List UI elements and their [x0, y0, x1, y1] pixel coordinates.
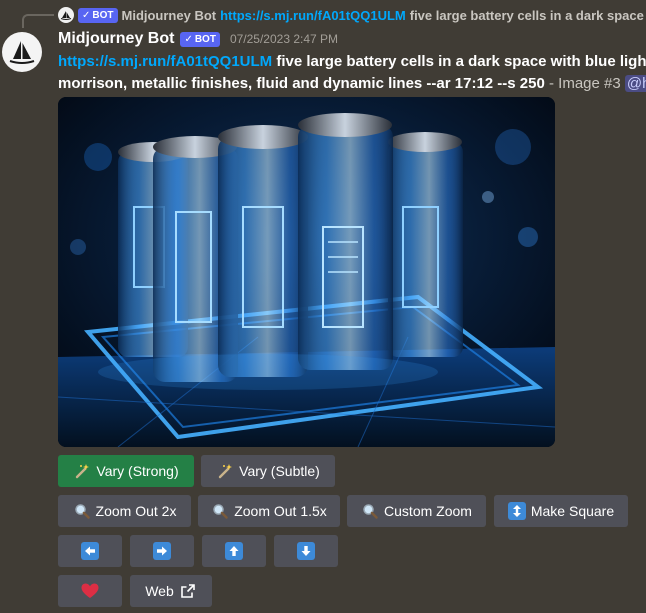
favorite-button[interactable] — [58, 575, 122, 607]
web-button[interactable]: Web — [130, 575, 212, 607]
bot-tag: ✓ BOT — [180, 31, 220, 47]
battery-cells-image[interactable] — [58, 97, 555, 447]
custom-zoom-label: Custom Zoom — [384, 503, 472, 519]
arrow-down-icon — [297, 542, 315, 560]
arrow-left-icon — [81, 542, 99, 560]
magnifier-icon — [73, 502, 91, 520]
message-content: https://s.mj.run/fA01tQQ1ULM five large … — [58, 51, 646, 95]
custom-zoom-button[interactable]: Custom Zoom — [347, 495, 486, 527]
arrow-up-icon — [225, 542, 243, 560]
vary-subtle-label: Vary (Subtle) — [239, 463, 320, 479]
zoom-out-2x-button[interactable]: Zoom Out 2x — [58, 495, 191, 527]
vary-subtle-button[interactable]: Vary (Subtle) — [201, 455, 335, 487]
reply-link[interactable]: https://s.mj.run/fA01tQQ1ULM — [220, 8, 406, 23]
prompt-text-line1: five large battery cells in a dark space… — [276, 53, 646, 70]
reply-author[interactable]: Midjourney Bot — [122, 8, 217, 23]
zoom-out-1-5x-label: Zoom Out 1.5x — [234, 503, 327, 519]
arrow-right-icon — [153, 542, 171, 560]
message-header: Midjourney Bot ✓ BOT 07/25/2023 2:47 PM — [58, 30, 338, 48]
make-square-button[interactable]: Make Square — [494, 495, 628, 527]
reply-bot-tag-label: BOT — [92, 9, 114, 21]
pan-right-button[interactable] — [130, 535, 194, 567]
reply-avatar[interactable] — [58, 7, 74, 23]
author-name[interactable]: Midjourney Bot — [58, 30, 174, 48]
zoom-out-1-5x-button[interactable]: Zoom Out 1.5x — [198, 495, 340, 527]
magic-wand-icon — [73, 462, 91, 480]
pan-left-button[interactable] — [58, 535, 122, 567]
timestamp: 07/25/2023 2:47 PM — [229, 32, 339, 46]
reply-text[interactable]: five large battery cells in a dark space — [410, 8, 644, 23]
heart-icon — [81, 582, 99, 600]
reply-bot-tag: ✓ BOT — [78, 7, 118, 23]
magnifier-icon — [361, 502, 379, 520]
make-square-label: Make Square — [530, 503, 615, 519]
zoom-out-2x-label: Zoom Out 2x — [95, 503, 177, 519]
verified-check-icon: ✓ — [184, 33, 193, 45]
web-label: Web — [145, 583, 174, 599]
reply-connector — [22, 14, 54, 28]
magic-wand-icon — [216, 462, 234, 480]
bot-tag-label: BOT — [194, 33, 216, 45]
magnifier-icon — [211, 502, 229, 520]
vary-strong-button[interactable]: Vary (Strong) — [58, 455, 194, 487]
sailboat-icon — [9, 41, 35, 64]
vary-strong-label: Vary (Strong) — [96, 463, 179, 479]
pan-down-button[interactable] — [274, 535, 338, 567]
verified-check-icon: ✓ — [82, 9, 91, 21]
prompt-text-line2: morrison, metallic finishes, fluid and d… — [58, 75, 545, 92]
user-mention[interactable]: @h — [624, 75, 646, 92]
pan-up-button[interactable] — [202, 535, 266, 567]
image-number: - Image #3 — [549, 75, 621, 92]
author-avatar[interactable] — [2, 32, 42, 72]
prompt-link[interactable]: https://s.mj.run/fA01tQQ1ULM — [58, 53, 272, 70]
up-down-arrow-icon — [507, 502, 526, 520]
external-link-icon — [179, 582, 197, 600]
reply-preview[interactable]: ✓ BOT Midjourney Bot https://s.mj.run/fA0… — [58, 5, 646, 25]
